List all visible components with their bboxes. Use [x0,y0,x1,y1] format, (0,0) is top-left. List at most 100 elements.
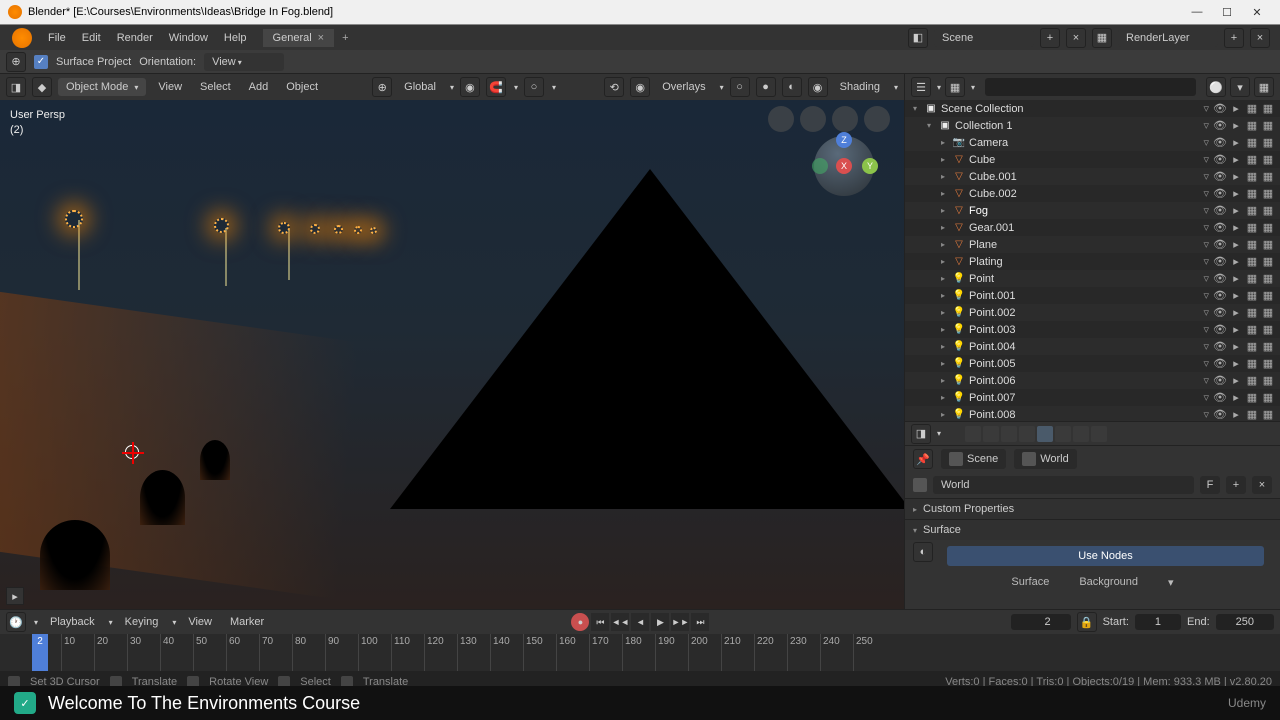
modifier-icon[interactable]: ▿ [1203,374,1209,387]
outliner-row[interactable]: ▸💡Point.005▿👁▸▦▦ [905,355,1280,372]
selectable-icon[interactable]: ▸ [1228,374,1244,387]
render-icon[interactable]: ▦ [1244,221,1260,234]
render-icon[interactable]: ▦ [1244,255,1260,268]
zoom-gizmo-icon[interactable] [768,106,794,132]
outliner-row[interactable]: ▸💡Point.001▿👁▸▦▦ [905,287,1280,304]
menu-help[interactable]: Help [216,28,255,48]
modifier-icon[interactable]: ▿ [1203,238,1209,251]
outliner-row[interactable]: ▸💡Point.007▿👁▸▦▦ [905,389,1280,406]
disable-icon[interactable]: ▦ [1260,136,1276,149]
world-datapath[interactable]: World [1014,449,1077,469]
render-icon[interactable]: ▦ [1244,119,1260,132]
selectable-icon[interactable]: ▸ [1228,119,1244,132]
modifier-icon[interactable]: ▿ [1203,323,1209,336]
shader-tab-caret[interactable]: ▾ [1168,576,1174,589]
disable-icon[interactable]: ▦ [1260,204,1276,217]
disable-icon[interactable]: ▦ [1260,187,1276,200]
outliner-new-collection-icon[interactable]: ▦ [1254,77,1274,97]
visibility-icon[interactable]: 👁 [1212,306,1228,319]
axis-z-icon[interactable]: Z [836,132,852,148]
axis-neg-y-icon[interactable] [812,158,828,174]
renderlayer-add-button[interactable]: + [1224,28,1244,48]
render-icon[interactable]: ▦ [1244,153,1260,166]
disable-icon[interactable]: ▦ [1260,289,1276,302]
disable-icon[interactable]: ▦ [1260,170,1276,183]
renderlayer-dropdown[interactable]: RenderLayer [1118,29,1218,47]
camera-gizmo-icon[interactable] [832,106,858,132]
selectable-icon[interactable]: ▸ [1228,187,1244,200]
menu-edit[interactable]: Edit [74,28,109,48]
minimize-button[interactable]: — [1182,1,1212,23]
vp-menu-add[interactable]: Add [243,78,275,96]
jump-end-button[interactable]: ⏭ [691,613,709,631]
unlink-world-button[interactable]: × [1252,476,1272,494]
outliner-row[interactable]: ▾▣Collection 1▿👁▸▦▦ [905,117,1280,134]
selectable-icon[interactable]: ▸ [1228,136,1244,149]
modifier-icon[interactable]: ▿ [1203,153,1209,166]
modifier-icon[interactable]: ▿ [1203,340,1209,353]
menu-window[interactable]: Window [161,28,216,48]
outliner-editor-icon[interactable]: ☰ [911,77,931,97]
visibility-icon[interactable]: 👁 [1212,289,1228,302]
disable-icon[interactable]: ▦ [1260,119,1276,132]
mode-icon[interactable]: ◆ [32,77,52,97]
modifier-icon[interactable]: ▿ [1203,408,1209,421]
selectable-icon[interactable]: ▸ [1228,102,1244,115]
surface-project-checkbox[interactable]: ✓ [34,55,48,69]
jump-next-keyframe-button[interactable]: ►► [671,613,689,631]
scene-dropdown[interactable]: Scene [934,29,1034,47]
autokey-button[interactable]: ● [571,613,589,631]
modifier-icon[interactable]: ▿ [1203,306,1209,319]
outliner-row[interactable]: ▸▽Cube▿👁▸▦▦ [905,151,1280,168]
editor-type-icon[interactable]: ◨ [6,77,26,97]
outliner-filter-dropdown[interactable]: ▾ [1230,77,1250,97]
world-data-icon[interactable] [913,478,927,492]
tl-menu-marker[interactable]: Marker [224,613,270,631]
renderlayer-remove-button[interactable]: × [1250,28,1270,48]
tl-menu-view[interactable]: View [182,613,218,631]
props-tab-object[interactable] [1055,426,1071,442]
outliner-row[interactable]: ▸💡Point.004▿👁▸▦▦ [905,338,1280,355]
shader-tab-background[interactable]: Background [1079,576,1138,589]
modifier-icon[interactable]: ▿ [1203,255,1209,268]
pan-gizmo-icon[interactable] [800,106,826,132]
disable-icon[interactable]: ▦ [1260,323,1276,336]
outliner-row[interactable]: ▾▣Scene Collection▿👁▸▦▦ [905,100,1280,117]
render-icon[interactable]: ▦ [1244,340,1260,353]
visibility-icon[interactable]: 👁 [1212,102,1228,115]
props-tab-modifier[interactable] [1073,426,1089,442]
jump-prev-keyframe-button[interactable]: ◄◄ [611,613,629,631]
selectable-icon[interactable]: ▸ [1228,272,1244,285]
modifier-icon[interactable]: ▿ [1203,221,1209,234]
scene-add-button[interactable]: + [1040,28,1060,48]
navigation-gizmo[interactable]: Z X Y [814,136,874,196]
viewport-3d[interactable]: User Persp (2) [0,100,904,609]
snap-icon[interactable]: 🧲 [486,77,506,97]
visibility-icon[interactable]: 👁 [1212,136,1228,149]
modifier-icon[interactable]: ▿ [1203,170,1209,183]
pin-icon[interactable]: 📌 [913,449,933,469]
selectable-icon[interactable]: ▸ [1228,289,1244,302]
disable-icon[interactable]: ▦ [1260,340,1276,353]
render-icon[interactable]: ▦ [1244,272,1260,285]
selectable-icon[interactable]: ▸ [1228,255,1244,268]
props-editor-icon[interactable]: ◨ [911,424,931,444]
visibility-icon[interactable]: 👁 [1212,408,1228,421]
outliner-row[interactable]: ▸▽Plane▿👁▸▦▦ [905,236,1280,253]
selectable-icon[interactable]: ▸ [1228,340,1244,353]
outliner-row[interactable]: ▸💡Point.002▿👁▸▦▦ [905,304,1280,321]
outliner-row[interactable]: ▸▽Fog▿👁▸▦▦ [905,202,1280,219]
overlays-dropdown[interactable]: Overlays [656,78,711,96]
modifier-icon[interactable]: ▿ [1203,102,1209,115]
menu-render[interactable]: Render [109,28,161,48]
modifier-icon[interactable]: ▿ [1203,136,1209,149]
orientation-dropdown-vp[interactable]: Global [398,78,442,96]
visibility-icon[interactable]: 👁 [1212,374,1228,387]
render-icon[interactable]: ▦ [1244,306,1260,319]
pivot-icon[interactable]: ◉ [460,77,480,97]
timeline-editor-icon[interactable]: 🕐 [6,612,26,632]
outliner-row[interactable]: ▸▽Cube.001▿👁▸▦▦ [905,168,1280,185]
selectable-icon[interactable]: ▸ [1228,408,1244,421]
axis-x-icon[interactable]: X [836,158,852,174]
disable-icon[interactable]: ▦ [1260,374,1276,387]
